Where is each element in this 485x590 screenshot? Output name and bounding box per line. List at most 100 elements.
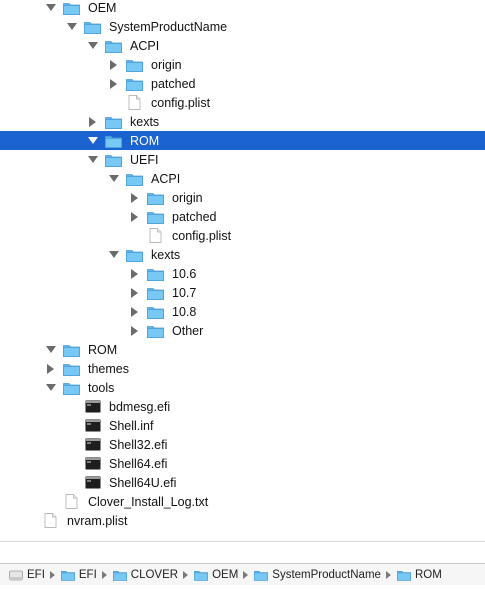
tree-row-label: tools [88,380,115,395]
path-crumb[interactable]: EFI [9,569,45,581]
tree-row[interactable]: 10.6 [0,264,485,283]
folder-icon [147,286,164,300]
path-crumb-label: OEM [212,568,239,581]
folder-icon [63,1,80,15]
disclosure-expanded-icon[interactable] [108,174,119,184]
folder-icon [147,267,164,281]
tree-row-label: ACPI [151,171,181,186]
document-icon [147,228,164,243]
tree-row[interactable]: SystemProductName [0,17,485,36]
path-crumb[interactable]: OEM [194,569,238,581]
folder-icon [126,58,143,72]
tree-row[interactable]: nvram.plist [0,511,485,530]
disclosure-collapsed-icon[interactable] [88,116,97,127]
path-crumb[interactable]: SystemProductName [254,569,381,581]
tree-row[interactable]: Shell64.efi [0,454,485,473]
tree-row[interactable]: themes [0,359,485,378]
folder-icon [126,77,143,91]
disclosure-collapsed-icon[interactable] [130,268,139,279]
folder-icon [105,39,122,53]
path-crumb[interactable]: ROM [397,569,442,581]
chevron-right-icon [49,570,55,579]
tree-row-label: 10.8 [172,304,197,319]
tree-row[interactable]: OEM [0,0,485,17]
tree-row-label: patched [172,209,217,224]
folder-icon [147,305,164,319]
tree-row[interactable]: ACPI [0,169,485,188]
path-crumb-label: ROM [414,568,442,581]
path-crumb[interactable]: CLOVER [112,569,178,581]
tree-row[interactable]: Shell64U.efi [0,473,485,492]
tree-row-label: ROM [130,133,160,148]
tree-row[interactable]: origin [0,188,485,207]
tree-row[interactable]: 10.8 [0,302,485,321]
tree-row-label: Other [172,323,204,338]
tree-row[interactable]: Shell.inf [0,416,485,435]
folder-icon [63,362,80,376]
tree-row[interactable]: bdmesg.efi [0,397,485,416]
folder-icon [63,381,80,395]
divider [0,541,485,542]
disclosure-collapsed-icon[interactable] [130,211,139,222]
terminal-exec-icon [84,457,101,471]
chevron-right-icon [385,570,391,579]
tree-row-label: kexts [130,114,160,129]
disclosure-collapsed-icon[interactable] [109,59,118,70]
tree-row[interactable]: tools [0,378,485,397]
disclosure-expanded-icon[interactable] [87,136,98,146]
tree-row[interactable]: ROM [0,340,485,359]
tree-row-label: origin [172,190,203,205]
path-crumb-label: SystemProductName [272,568,381,581]
folder-icon [126,248,143,262]
terminal-exec-icon [84,419,101,433]
path-crumb[interactable]: EFI [60,568,97,581]
chevron-right-icon [243,570,249,579]
tree-row[interactable]: 10.7 [0,283,485,302]
folder-icon [105,134,122,148]
disclosure-collapsed-icon[interactable] [130,192,139,203]
tree-row[interactable]: origin [0,55,485,74]
tree-row-label: nvram.plist [67,513,128,528]
disclosure-expanded-icon[interactable] [108,250,119,260]
tree-row-label: SystemProductName [109,19,228,34]
tree-row[interactable]: Clover_Install_Log.txt [0,492,485,511]
disclosure-collapsed-icon[interactable] [130,306,139,317]
folder-icon [105,115,122,129]
document-icon [42,513,59,528]
file-tree: OEM SystemProductName ACPI origin patched con… [0,0,485,536]
tree-row[interactable]: kexts [0,245,485,264]
disclosure-collapsed-icon[interactable] [46,363,55,374]
document-icon [63,494,80,509]
tree-row[interactable]: ACPI [0,36,485,55]
tree-row-label: Shell64.efi [109,456,168,471]
folder-icon [60,569,75,581]
folder-icon [147,191,164,205]
folder-icon [194,569,208,581]
path-crumb-label: EFI [78,568,97,581]
tree-row-label: Shell64U.efi [109,475,177,490]
tree-row-label: themes [88,361,129,376]
tree-row[interactable]: config.plist [0,93,485,112]
tree-row[interactable]: patched [0,74,485,93]
tree-row-label: 10.6 [172,266,197,281]
tree-row[interactable]: patched [0,207,485,226]
disclosure-expanded-icon[interactable] [45,345,56,355]
tree-row[interactable]: Shell32.efi [0,435,485,454]
disclosure-collapsed-icon[interactable] [130,325,139,336]
folder-icon [112,569,127,581]
tree-row[interactable]: kexts [0,112,485,131]
disclosure-expanded-icon[interactable] [87,41,98,51]
tree-row-label: config.plist [151,95,211,110]
disclosure-expanded-icon[interactable] [66,22,77,32]
tree-row[interactable]: UEFI [0,150,485,169]
disclosure-expanded-icon[interactable] [45,3,56,13]
disclosure-collapsed-icon[interactable] [109,78,118,89]
disclosure-collapsed-icon[interactable] [130,287,139,298]
tree-row[interactable]: ROM [0,131,485,150]
disclosure-expanded-icon[interactable] [87,155,98,165]
folder-icon [84,20,101,34]
tree-row[interactable]: Other [0,321,485,340]
tree-row[interactable]: config.plist [0,226,485,245]
path-crumb-label: EFI [27,568,45,581]
disclosure-expanded-icon[interactable] [45,383,56,393]
